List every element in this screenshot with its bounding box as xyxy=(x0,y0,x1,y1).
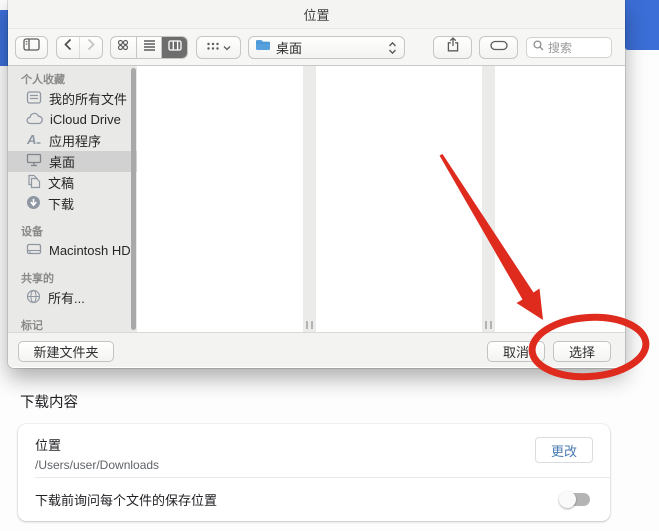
download-location-row: 位置 /Users/user/Downloads 更改 xyxy=(18,424,610,477)
column-resize-handle[interactable] xyxy=(306,321,313,329)
sidebar-scrollbar[interactable] xyxy=(131,68,136,330)
ask-before-download-label: 下载前询问每个文件的保存位置 xyxy=(35,492,218,508)
file-column-1[interactable] xyxy=(137,66,303,332)
sidebar-item-downloads[interactable]: 下载 xyxy=(8,193,137,214)
column-divider xyxy=(482,66,495,332)
all-files-icon xyxy=(26,90,42,108)
location-dropdown-label: 桌面 xyxy=(276,40,303,56)
group-dots-icon xyxy=(206,38,220,56)
list-view-icon xyxy=(143,38,156,56)
sidebar-item-macintosh-hd[interactable]: Macintosh HD xyxy=(8,240,137,261)
sidebar-item-icloud-drive[interactable]: iCloud Drive xyxy=(8,109,137,130)
sidebar-toggle-button[interactable] xyxy=(15,35,48,59)
new-folder-button[interactable]: 新建文件夹 xyxy=(18,341,114,362)
sidebar-item-documents[interactable]: 文稿 xyxy=(8,172,137,193)
sidebar-item-label: 桌面 xyxy=(49,155,76,170)
location-dropdown[interactable]: 桌面 xyxy=(248,35,405,60)
sidebar-item-label: 我的所有文件 xyxy=(49,92,128,107)
chevron-down-icon xyxy=(223,38,231,56)
file-column-2[interactable] xyxy=(316,66,482,332)
share-button[interactable] xyxy=(433,35,472,59)
location-path: /Users/user/Downloads xyxy=(35,458,160,472)
sidebar-item-shared-all[interactable]: 所有... xyxy=(8,287,137,308)
group-by-button[interactable] xyxy=(196,35,241,59)
file-picker-dialog: 位置 桌面 搜索 个人收藏 我的所有文件 iCloud Drive A 应用程序… xyxy=(8,0,625,368)
dialog-body: 个人收藏 我的所有文件 iCloud Drive A 应用程序 桌面 文稿 下载… xyxy=(8,66,625,332)
sidebar-item-label: Macintosh HD xyxy=(49,243,131,258)
tag-button[interactable] xyxy=(479,35,518,59)
column-divider xyxy=(303,66,316,332)
download-settings-card: 位置 /Users/user/Downloads 更改 下载前询问每个文件的保存… xyxy=(18,424,610,521)
chevron-left-icon xyxy=(63,38,73,56)
chevron-right-icon xyxy=(86,38,96,56)
navigation-buttons xyxy=(56,35,103,59)
screenshot-canvas: 下载内容 位置 /Users/user/Downloads 更改 下载前询问每个… xyxy=(0,0,659,531)
folder-icon xyxy=(255,38,271,56)
dialog-titlebar: 位置 xyxy=(8,0,625,29)
background-blue-element-right xyxy=(625,0,659,50)
dialog-footer: 新建文件夹 取消 选择 xyxy=(8,332,625,367)
sidebar-toggle-icon xyxy=(23,38,40,56)
view-mode-segmented-control xyxy=(110,35,188,59)
globe-icon xyxy=(26,289,41,307)
download-settings-section: 下载内容 位置 /Users/user/Downloads 更改 下载前询问每个… xyxy=(0,375,659,531)
sidebar-item-desktop[interactable]: 桌面 xyxy=(8,151,137,172)
applications-icon: A xyxy=(26,132,42,149)
column-browser xyxy=(137,66,625,332)
updown-chevrons-icon xyxy=(388,41,397,60)
sidebar-item-label: 所有... xyxy=(48,291,85,306)
ask-before-download-toggle[interactable] xyxy=(559,491,590,508)
sidebar-item-label: 应用程序 xyxy=(49,134,102,149)
sidebar-item-applications[interactable]: A 应用程序 xyxy=(8,130,137,151)
download-icon xyxy=(26,195,41,213)
forward-button[interactable] xyxy=(80,37,102,58)
select-button[interactable]: 选择 xyxy=(553,341,611,362)
dialog-title: 位置 xyxy=(303,7,330,23)
grid-view-icon xyxy=(117,38,129,56)
svg-text:A: A xyxy=(26,132,36,146)
location-label: 位置 xyxy=(35,438,62,453)
column-resize-handle[interactable] xyxy=(485,321,492,329)
sidebar-item-label: 文稿 xyxy=(48,176,75,191)
dialog-toolbar: 桌面 搜索 xyxy=(8,29,625,66)
sidebar-section-shared: 共享的 xyxy=(21,273,54,285)
search-placeholder: 搜索 xyxy=(548,40,573,55)
documents-icon xyxy=(26,174,41,192)
section-title: 下载内容 xyxy=(20,395,78,411)
change-location-button[interactable]: 更改 xyxy=(535,437,593,463)
column-view-button[interactable] xyxy=(161,36,187,58)
sidebar-item-label: iCloud Drive xyxy=(50,112,121,127)
sidebar-section-tags: 标记 xyxy=(21,320,43,332)
column-view-icon xyxy=(168,38,182,56)
ask-before-download-row: 下载前询问每个文件的保存位置 xyxy=(18,478,610,520)
harddrive-icon xyxy=(26,242,42,259)
cancel-button[interactable]: 取消 xyxy=(487,341,545,362)
cloud-icon xyxy=(26,112,43,128)
search-input[interactable]: 搜索 xyxy=(526,36,612,58)
tag-icon xyxy=(489,38,508,56)
sidebar-item-label: 下载 xyxy=(48,197,75,212)
icon-view-button[interactable] xyxy=(111,37,136,58)
share-icon xyxy=(446,37,460,57)
search-icon xyxy=(533,38,544,56)
toggle-knob xyxy=(559,491,576,508)
sidebar-section-favorites: 个人收藏 xyxy=(21,74,65,86)
back-button[interactable] xyxy=(57,36,80,58)
sidebar: 个人收藏 我的所有文件 iCloud Drive A 应用程序 桌面 文稿 下载… xyxy=(8,66,137,332)
file-column-3[interactable] xyxy=(495,66,625,332)
desktop-icon xyxy=(26,153,42,170)
list-view-button[interactable] xyxy=(135,36,162,58)
sidebar-item-all-my-files[interactable]: 我的所有文件 xyxy=(8,88,137,109)
sidebar-section-devices: 设备 xyxy=(21,226,43,238)
